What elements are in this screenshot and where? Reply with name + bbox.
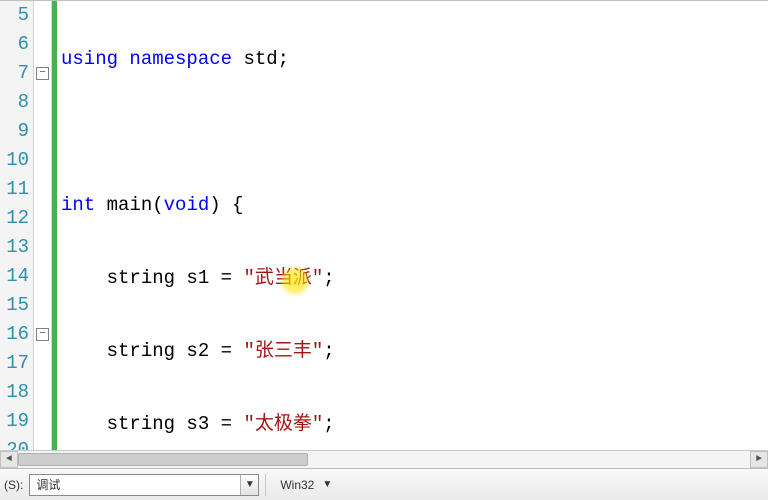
platform-dropdown[interactable]: Win32 ▼ xyxy=(272,474,340,496)
line-number: 18 xyxy=(0,378,33,407)
code-text: string s3 = xyxy=(61,413,243,435)
line-number: 10 xyxy=(0,146,33,175)
code-editor[interactable]: 5 6 7 8 9 10 11 12 13 14 15 16 17 18 19 … xyxy=(0,0,768,468)
keyword: using xyxy=(61,48,118,70)
line-number: 13 xyxy=(0,233,33,262)
code-line[interactable]: string s1 = "武当派"; xyxy=(61,264,768,293)
string-literal: "张三丰" xyxy=(243,340,323,362)
keyword: int xyxy=(61,194,95,216)
line-number: 15 xyxy=(0,291,33,320)
scroll-thumb[interactable] xyxy=(18,453,308,466)
line-number-gutter: 5 6 7 8 9 10 11 12 13 14 15 16 17 18 19 … xyxy=(0,1,34,468)
line-number: 19 xyxy=(0,407,33,436)
line-number: 12 xyxy=(0,204,33,233)
line-number: 14 xyxy=(0,262,33,291)
horizontal-scrollbar[interactable]: ◄ ► xyxy=(0,450,768,468)
code-text: string s1 = xyxy=(61,267,243,289)
scroll-right-button[interactable]: ► xyxy=(750,451,768,468)
string-literal: "武当派" xyxy=(243,267,323,289)
status-bar: (S): 调试 ▼ Win32 ▼ xyxy=(0,468,768,500)
config-dropdown[interactable]: 调试 ▼ xyxy=(29,474,259,496)
keyword: void xyxy=(164,194,210,216)
chevron-down-icon: ▼ xyxy=(240,475,258,495)
chevron-down-icon: ▼ xyxy=(322,479,332,490)
line-number: 17 xyxy=(0,349,33,378)
separator xyxy=(265,474,266,496)
line-number: 16 xyxy=(0,320,33,349)
code-text: ) { xyxy=(209,194,243,216)
scroll-left-button[interactable]: ◄ xyxy=(0,451,18,468)
code-text: ; xyxy=(323,340,334,362)
code-text: string s2 = xyxy=(61,340,243,362)
line-number: 9 xyxy=(0,117,33,146)
code-line[interactable]: string s3 = "太极拳"; xyxy=(61,410,768,439)
code-area[interactable]: using namespace std; int main(void) { st… xyxy=(57,1,768,468)
line-number: 7 xyxy=(0,59,33,88)
code-text: ; xyxy=(323,413,334,435)
config-label: (S): xyxy=(0,478,29,492)
string-literal: "太极拳" xyxy=(243,413,323,435)
fold-toggle-icon[interactable]: − xyxy=(36,328,49,341)
platform-value: Win32 xyxy=(280,478,314,492)
line-number: 11 xyxy=(0,175,33,204)
fold-gutter: − − xyxy=(34,1,52,468)
code-line[interactable]: string s2 = "张三丰"; xyxy=(61,337,768,366)
line-number: 5 xyxy=(0,1,33,30)
code-text: std; xyxy=(232,48,289,70)
code-line[interactable] xyxy=(61,118,768,147)
code-text: ; xyxy=(323,267,334,289)
line-number: 6 xyxy=(0,30,33,59)
line-number: 8 xyxy=(0,88,33,117)
config-value: 调试 xyxy=(30,475,240,495)
code-text: main( xyxy=(95,194,163,216)
code-line[interactable]: int main(void) { xyxy=(61,191,768,220)
code-line[interactable]: using namespace std; xyxy=(61,45,768,74)
keyword: namespace xyxy=(129,48,232,70)
fold-toggle-icon[interactable]: − xyxy=(36,67,49,80)
